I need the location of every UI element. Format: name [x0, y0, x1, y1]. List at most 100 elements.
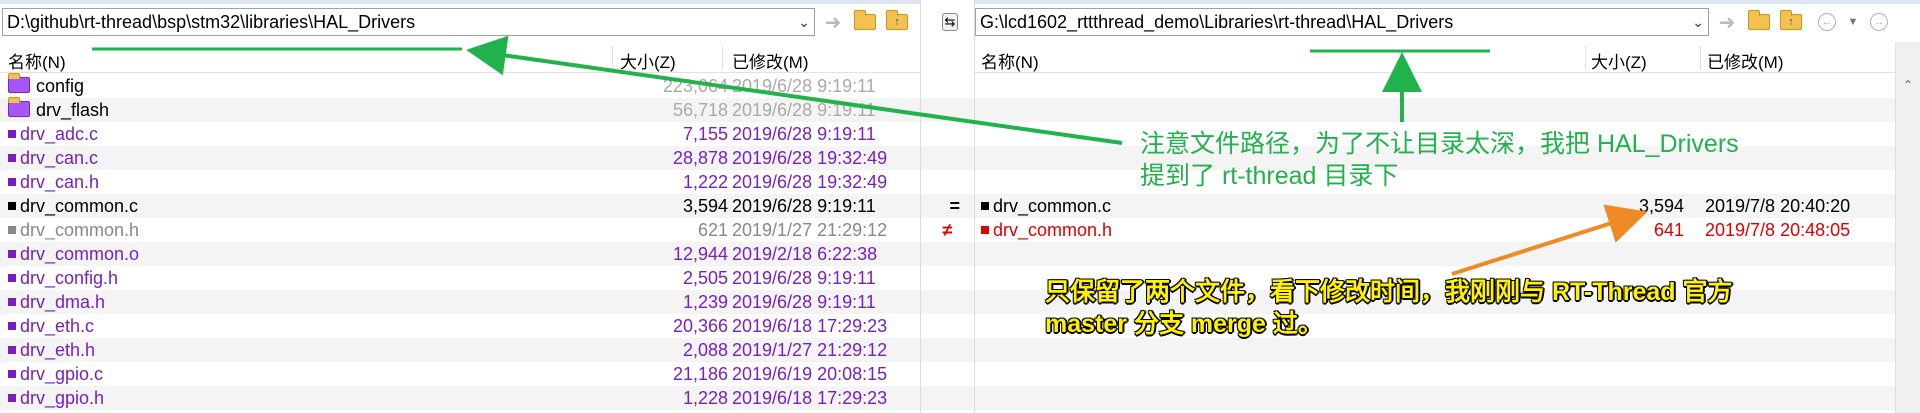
file-name: drv_common.h: [981, 218, 1112, 242]
file-size: 621: [697, 220, 728, 240]
file-row[interactable]: config 223,064 2019/6/28 9:19:11: [0, 73, 920, 98]
column-modified-header[interactable]: 已修改(M): [1707, 48, 1783, 73]
file-row[interactable]: drv_gpio.c 21,186 2019/6/19 20:08:15: [0, 362, 920, 386]
file-size: 3,594: [1638, 196, 1684, 216]
file-size: 21,186: [672, 364, 728, 384]
column-name-header[interactable]: 名称(N): [8, 48, 66, 73]
folder-icon: [8, 97, 30, 118]
file-size: 641: [1653, 220, 1684, 240]
file-name-text: drv_common.h: [993, 220, 1113, 240]
file-name: drv_gpio.c: [8, 362, 103, 386]
file-type-icon: [8, 154, 16, 163]
file-size: 1,228: [682, 388, 728, 408]
file-type-icon: [8, 370, 16, 379]
file-date: 2019/6/18 17:29:23: [732, 388, 888, 408]
right-path-text: G:\lcd1602_rttthread_demo\Libraries\rt-t…: [980, 12, 1454, 32]
file-row[interactable]: drv_common.h 621 2019/1/27 21:29:12: [0, 218, 920, 242]
file-type-icon: [8, 178, 16, 187]
compare-row: [921, 338, 974, 362]
empty-row: [975, 386, 1896, 410]
merge-annotation-line1: 只保留了两个文件，看下修改时间，我刚刚与 RT-Thread 官方: [1045, 278, 1733, 306]
file-size: 28,878: [672, 148, 728, 168]
file-name: drv_dma.h: [8, 290, 105, 314]
left-file-list: config 223,064 2019/6/28 9:19:11 drv_flash 5…: [0, 73, 920, 410]
file-size: 3,594: [682, 196, 728, 216]
file-size: 223,064: [662, 76, 728, 96]
chevron-down-icon[interactable]: ⌄: [798, 9, 810, 35]
go-arrow-icon[interactable]: ➜: [820, 10, 846, 34]
column-size-header[interactable]: 大小(Z): [620, 48, 676, 73]
file-name-text: config: [36, 76, 85, 96]
empty-row: [975, 242, 1896, 266]
file-date: 2019/7/8 20:48:05: [1705, 220, 1851, 240]
folder-icon: [8, 73, 30, 94]
path-annotation-line1: 注意文件路径，为了不让目录太深，我把 HAL_Drivers: [1140, 130, 1739, 158]
scroll-up-icon[interactable]: ⌃: [1896, 78, 1920, 92]
right-file-list: drv_common.c 3,594 2019/7/8 20:40:20 drv_co…: [975, 74, 1896, 410]
folder-open-icon[interactable]: [1746, 10, 1772, 34]
left-folder-pane: D:\github\rt-thread\bsp\stm32\libraries\…: [0, 0, 920, 413]
column-name-header[interactable]: 名称(N): [981, 48, 1039, 73]
file-size: 1,222: [682, 172, 728, 192]
back-icon[interactable]: ←: [1814, 10, 1840, 34]
file-type-icon: [981, 202, 989, 211]
compare-row: [921, 242, 974, 266]
folder-up-icon[interactable]: ↑: [884, 10, 910, 34]
file-row[interactable]: drv_gpio.h 1,228 2019/6/18 17:29:23: [0, 386, 920, 410]
forward-icon[interactable]: →: [1866, 10, 1892, 34]
file-row[interactable]: drv_eth.h 2,088 2019/1/27 21:29:12: [0, 338, 920, 362]
vertical-scrollbar[interactable]: ⌃: [1895, 42, 1920, 413]
right-path-input[interactable]: G:\lcd1602_rttthread_demo\Libraries\rt-t…: [975, 8, 1709, 36]
file-row[interactable]: drv_common.o 12,944 2019/2/18 6:22:38: [0, 242, 920, 266]
file-size: 1,239: [682, 292, 728, 312]
file-name-text: drv_gpio.h: [20, 388, 105, 408]
compare-row: [921, 314, 974, 338]
empty-row: [975, 98, 1896, 122]
file-type-icon: [8, 394, 16, 403]
dropdown-icon[interactable]: ▼: [1840, 10, 1866, 34]
file-name-text: drv_common.c: [20, 196, 139, 216]
top-strip: [0, 0, 920, 4]
file-name-text: drv_eth.c: [20, 316, 95, 336]
file-row[interactable]: drv_eth.c 20,366 2019/6/18 17:29:23: [0, 314, 920, 338]
file-row[interactable]: drv_flash 56,718 2019/6/28 9:19:11: [0, 97, 920, 122]
merge-annotation: 只保留了两个文件，看下修改时间，我刚刚与 RT-Thread 官方 master…: [1045, 276, 1733, 340]
file-row[interactable]: drv_common.c 3,594 2019/7/8 20:40:20: [975, 194, 1896, 218]
file-type-icon: [8, 322, 16, 331]
compare-gutter: ⇆ = ≠: [920, 0, 975, 413]
file-date: 2019/1/27 21:29:12: [732, 340, 888, 360]
compare-row: [921, 122, 974, 146]
file-name: drv_gpio.h: [8, 386, 104, 410]
swap-icon[interactable]: ⇆: [937, 10, 963, 34]
file-row[interactable]: drv_common.c 3,594 2019/6/28 9:19:11: [0, 194, 920, 218]
file-row[interactable]: drv_adc.c 7,155 2019/6/28 9:19:11: [0, 122, 920, 146]
file-name-text: drv_gpio.c: [20, 364, 104, 384]
file-row[interactable]: drv_can.c 28,878 2019/6/28 19:32:49: [0, 146, 920, 170]
column-modified-header[interactable]: 已修改(M): [732, 48, 808, 73]
file-date: 2019/7/8 20:40:20: [1705, 196, 1851, 216]
go-arrow-icon[interactable]: ➜: [1714, 10, 1740, 34]
left-path-input[interactable]: D:\github\rt-thread\bsp\stm32\libraries\…: [2, 8, 815, 36]
empty-row: [975, 362, 1896, 386]
chevron-down-icon[interactable]: ⌄: [1692, 9, 1704, 35]
file-type-icon: [8, 346, 16, 355]
compare-row: [921, 266, 974, 290]
file-size: 2,505: [682, 268, 728, 288]
file-name: drv_flash: [8, 97, 109, 122]
right-folder-pane: G:\lcd1602_rttthread_demo\Libraries\rt-t…: [975, 0, 1920, 413]
file-name-text: drv_common.h: [20, 220, 140, 240]
file-row[interactable]: drv_config.h 2,505 2019/6/28 9:19:11: [0, 266, 920, 290]
equal-icon: =: [949, 196, 960, 216]
compare-row: [921, 74, 974, 98]
file-row[interactable]: drv_can.h 1,222 2019/6/28 19:32:49: [0, 170, 920, 194]
file-type-icon: [8, 298, 16, 307]
folder-up-icon[interactable]: ↑: [1778, 10, 1804, 34]
file-row[interactable]: drv_dma.h 1,239 2019/6/28 9:19:11: [0, 290, 920, 314]
folder-open-icon[interactable]: [852, 10, 878, 34]
file-name-text: drv_common.c: [993, 196, 1112, 216]
file-row[interactable]: drv_common.h 641 2019/7/8 20:48:05: [975, 218, 1896, 242]
column-size-header[interactable]: 大小(Z): [1591, 48, 1647, 73]
not-equal-icon: ≠: [942, 220, 953, 240]
merge-annotation-line2: master 分支 merge 过。: [1045, 310, 1323, 338]
file-name: drv_adc.c: [8, 122, 98, 146]
